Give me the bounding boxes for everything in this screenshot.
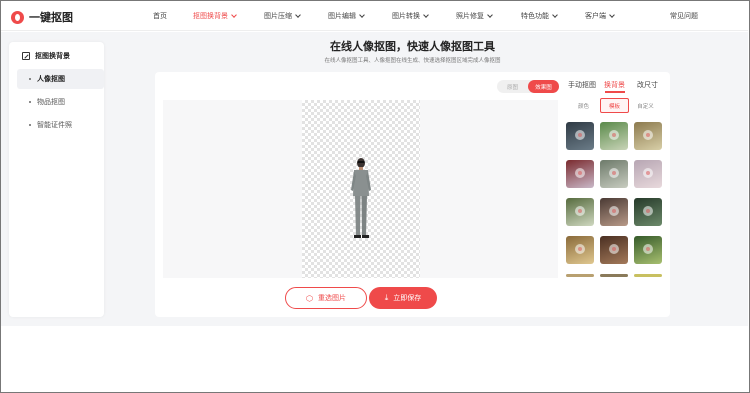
- active-tab-indicator: [605, 91, 625, 93]
- toggle-result[interactable]: 效果图: [528, 80, 559, 93]
- page-title: 在线人像抠图，快速人像抠图工具: [330, 41, 495, 53]
- nav-item-features[interactable]: 特色功能: [521, 11, 558, 21]
- sidebar: 抠图换背景 人像抠图 物品抠图 智能证件照: [9, 42, 104, 317]
- background-template-thumb-partial[interactable]: [566, 274, 594, 277]
- hexagon-icon: ⬡: [306, 293, 313, 303]
- segment-custom[interactable]: 自定义: [631, 98, 660, 113]
- sidebar-title: 抠图换背景: [35, 53, 70, 60]
- portrait-placeholder-icon: [643, 244, 653, 254]
- bullet-icon: [29, 101, 31, 103]
- nav-item-faq[interactable]: 常见问题: [670, 11, 698, 21]
- portrait-placeholder-icon: [575, 206, 585, 216]
- background-template-thumb[interactable]: [634, 236, 662, 264]
- portrait-placeholder-icon: [643, 168, 653, 178]
- background-template-thumb[interactable]: [634, 198, 662, 226]
- portrait-placeholder-icon: [575, 130, 585, 140]
- portrait-placeholder-icon: [609, 130, 619, 140]
- background-template-thumb[interactable]: [600, 198, 628, 226]
- download-icon: ⤓: [384, 293, 389, 302]
- portrait-placeholder-icon: [643, 206, 653, 216]
- preview-toggle[interactable]: 原图 效果图: [497, 80, 559, 93]
- nav-item-home[interactable]: 首页: [153, 11, 167, 21]
- person-cutout-image: [351, 158, 371, 238]
- background-template-thumb-partial[interactable]: [600, 274, 628, 277]
- background-template-thumb[interactable]: [600, 160, 628, 188]
- background-template-thumb[interactable]: [600, 236, 628, 264]
- chevron-down-icon: [609, 12, 615, 18]
- background-template-thumb[interactable]: [634, 160, 662, 188]
- sidebar-item-object[interactable]: 物品抠图: [17, 92, 104, 112]
- sidebar-item-id-photo[interactable]: 智能证件照: [17, 115, 104, 135]
- background-template-thumb[interactable]: [566, 198, 594, 226]
- tab-resize[interactable]: 改尺寸: [637, 80, 658, 90]
- segment-template[interactable]: 模板: [600, 98, 629, 113]
- nav-item-repair[interactable]: 照片修复: [456, 11, 493, 21]
- nav-item-convert[interactable]: 图片转换: [392, 11, 429, 21]
- brand-logo[interactable]: 一键抠图: [11, 10, 73, 24]
- segment-color[interactable]: 颜色: [569, 98, 598, 113]
- background-template-thumb-partial[interactable]: [634, 274, 662, 277]
- chevron-down-icon: [487, 12, 493, 18]
- portrait-placeholder-icon: [575, 244, 585, 254]
- portrait-placeholder-icon: [609, 244, 619, 254]
- chevron-down-icon: [231, 12, 237, 18]
- tab-change-background[interactable]: 换背景: [604, 80, 625, 90]
- chevron-down-icon: [359, 12, 365, 18]
- page-subtitle: 在线人像抠图工具、人像抠图在线生成、快速选择抠图区域完成人像抠图: [324, 58, 501, 64]
- brand-name: 一键抠图: [29, 12, 73, 24]
- chevron-down-icon: [295, 12, 301, 18]
- bullet-icon: [29, 78, 31, 80]
- portrait-placeholder-icon: [609, 206, 619, 216]
- reselect-image-button[interactable]: ⬡ 重选图片: [285, 287, 367, 309]
- logo-icon: [11, 10, 24, 24]
- chevron-down-icon: [423, 12, 429, 18]
- top-navigation: 一键抠图: [1, 1, 748, 31]
- page-footer-area: [1, 326, 748, 392]
- bullet-icon: [29, 124, 31, 126]
- nav-item-client[interactable]: 客户端: [585, 11, 615, 21]
- toggle-original[interactable]: 原图: [497, 80, 528, 93]
- chevron-down-icon: [552, 12, 558, 18]
- tab-manual-cutout[interactable]: 手动抠图: [568, 80, 596, 90]
- background-template-thumb[interactable]: [634, 122, 662, 150]
- sidebar-item-portrait[interactable]: 人像抠图: [17, 69, 104, 89]
- cutout-icon: [22, 52, 30, 60]
- background-template-thumb[interactable]: [566, 236, 594, 264]
- sidebar-header: 抠图换背景: [22, 51, 70, 61]
- background-template-thumb[interactable]: [600, 122, 628, 150]
- background-template-thumb[interactable]: [566, 122, 594, 150]
- nav-item-cutout[interactable]: 抠图换背景: [193, 11, 237, 21]
- portrait-placeholder-icon: [609, 168, 619, 178]
- portrait-placeholder-icon: [643, 130, 653, 140]
- nav-item-compress[interactable]: 图片压缩: [264, 11, 301, 21]
- portrait-placeholder-icon: [575, 168, 585, 178]
- background-template-thumb[interactable]: [566, 160, 594, 188]
- save-now-button[interactable]: ⤓ 立即保存: [369, 287, 437, 309]
- nav-item-edit[interactable]: 图片编辑: [328, 11, 365, 21]
